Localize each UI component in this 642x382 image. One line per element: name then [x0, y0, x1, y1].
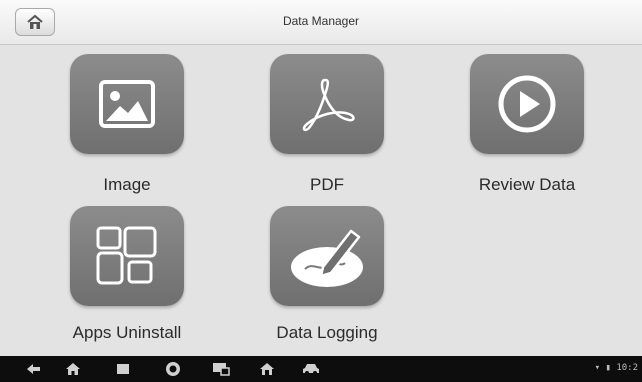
- pdf-label[interactable]: PDF: [242, 175, 412, 195]
- image-icon: [99, 80, 155, 128]
- review-data-label[interactable]: Review Data: [442, 175, 612, 195]
- apps-uninstall-tile[interactable]: [70, 206, 184, 306]
- android-home-button[interactable]: [64, 360, 82, 378]
- image-label[interactable]: Image: [42, 175, 212, 195]
- apps-grid-icon: [96, 226, 157, 285]
- car-icon: [303, 364, 319, 375]
- clock-text: 10:2: [616, 363, 638, 373]
- data-logging-tile[interactable]: [270, 206, 384, 306]
- car-button[interactable]: [302, 360, 320, 378]
- screenshot-button[interactable]: [212, 360, 230, 378]
- review-data-tile[interactable]: [470, 54, 584, 154]
- status-area: ▾ ▮ 10:2: [595, 363, 638, 373]
- recent-apps-button[interactable]: [114, 360, 132, 378]
- apps-uninstall-label[interactable]: Apps Uninstall: [42, 323, 212, 343]
- data-logging-label[interactable]: Data Logging: [242, 323, 412, 343]
- screenshot-icon: [213, 363, 230, 376]
- back-button[interactable]: [24, 360, 42, 378]
- battery-icon: ▮: [605, 363, 611, 373]
- image-tile[interactable]: [70, 54, 184, 154]
- browser-button[interactable]: [164, 360, 182, 378]
- play-icon: [498, 75, 556, 133]
- vci-home-button[interactable]: [258, 360, 276, 378]
- system-nav-bar: ▾ ▮ 10:2: [0, 356, 642, 382]
- page-title: Data Manager: [282, 14, 360, 28]
- vci-home-icon: [260, 363, 274, 375]
- pdf-tile[interactable]: [270, 54, 384, 154]
- pdf-icon: [302, 78, 355, 132]
- title-bar: Data Manager: [0, 0, 642, 45]
- data-logging-icon: [291, 229, 363, 287]
- browser-icon: [166, 362, 180, 376]
- wifi-icon: ▾: [594, 363, 601, 373]
- back-icon: [27, 364, 40, 374]
- recent-apps-icon: [117, 364, 129, 374]
- android-home-icon: [66, 363, 80, 375]
